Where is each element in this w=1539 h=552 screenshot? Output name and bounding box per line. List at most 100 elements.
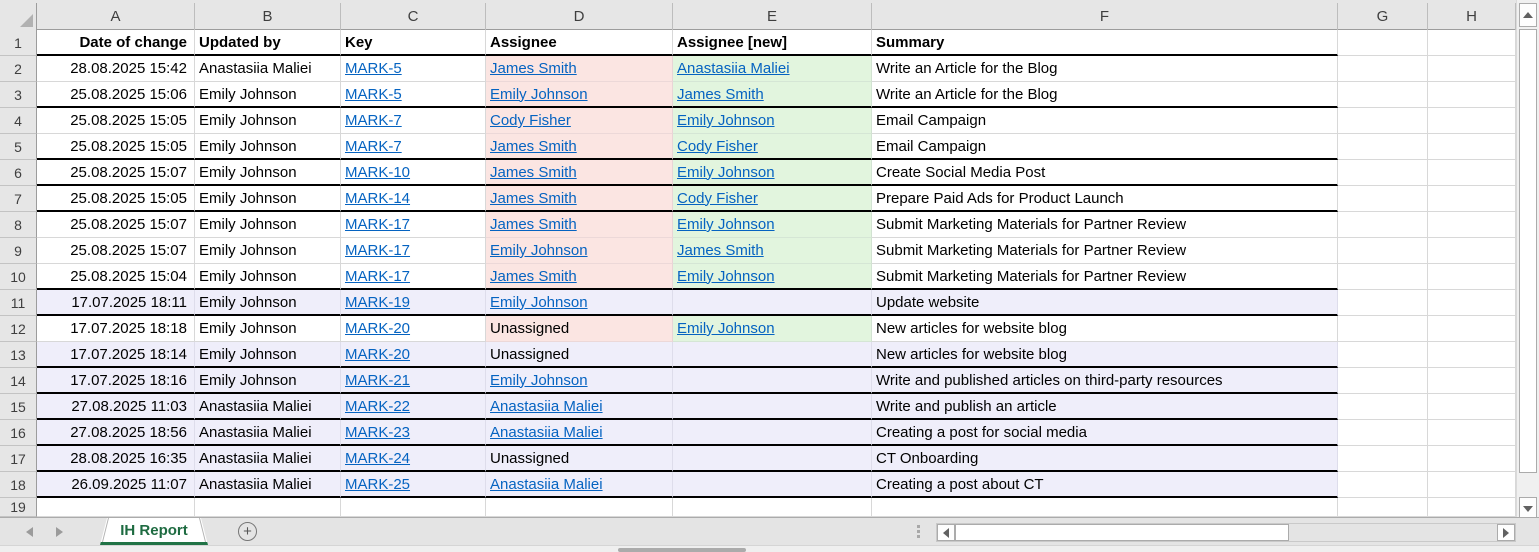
hyperlink[interactable]: Anastasiia Maliei xyxy=(677,60,790,77)
cell-empty-h[interactable] xyxy=(1428,342,1516,368)
hyperlink[interactable]: Emily Johnson xyxy=(490,242,588,259)
scrollbar-splitter-handle[interactable] xyxy=(917,525,920,538)
cell-summary[interactable]: Submit Marketing Materials for Partner R… xyxy=(872,238,1338,264)
hyperlink[interactable]: Anastasiia Maliei xyxy=(490,476,603,493)
vertical-scroll-thumb[interactable] xyxy=(1519,29,1537,473)
header-cell[interactable]: Key xyxy=(341,30,486,56)
cell-key[interactable]: MARK-20 xyxy=(341,342,486,368)
cell-empty-h[interactable] xyxy=(1428,394,1516,420)
cell-empty-h[interactable] xyxy=(1428,420,1516,446)
cell-empty-g[interactable] xyxy=(1338,238,1428,264)
cell-key[interactable]: MARK-24 xyxy=(341,446,486,472)
cell-summary[interactable]: Write and publish an article xyxy=(872,394,1338,420)
cell-updated-by[interactable]: Emily Johnson xyxy=(195,238,341,264)
cell-summary[interactable]: Update website xyxy=(872,290,1338,316)
cell-empty-h[interactable] xyxy=(1428,238,1516,264)
hyperlink[interactable]: MARK-17 xyxy=(345,216,410,233)
row-number[interactable]: 1 xyxy=(0,30,37,56)
cell-assignee-new[interactable]: James Smith xyxy=(673,238,872,264)
cell-updated-by[interactable]: Anastasiia Maliei xyxy=(195,394,341,420)
cell-assignee[interactable]: Anastasiia Maliei xyxy=(486,394,673,420)
cell-updated-by[interactable]: Emily Johnson xyxy=(195,108,341,134)
cell-date[interactable]: 28.08.2025 16:35 xyxy=(37,446,195,472)
cell-date[interactable]: 25.08.2025 15:06 xyxy=(37,82,195,108)
cell-empty-h[interactable] xyxy=(1428,30,1516,56)
cell-summary[interactable]: Prepare Paid Ads for Product Launch xyxy=(872,186,1338,212)
cell-assignee-new[interactable] xyxy=(673,342,872,368)
hyperlink[interactable]: MARK-7 xyxy=(345,138,402,155)
cell-assignee-new[interactable] xyxy=(673,420,872,446)
cell-summary[interactable]: Write and published articles on third-pa… xyxy=(872,368,1338,394)
cell-summary[interactable]: New articles for website blog xyxy=(872,342,1338,368)
cell-assignee[interactable]: Emily Johnson xyxy=(486,238,673,264)
cell-summary[interactable]: Email Campaign xyxy=(872,108,1338,134)
cell-summary[interactable]: Creating a post for social media xyxy=(872,420,1338,446)
cell-assignee-new[interactable]: Cody Fisher xyxy=(673,186,872,212)
cell-assignee-new[interactable]: James Smith xyxy=(673,82,872,108)
cell-updated-by[interactable]: Emily Johnson xyxy=(195,368,341,394)
row-number[interactable]: 9 xyxy=(0,238,37,264)
hyperlink[interactable]: MARK-20 xyxy=(345,320,410,337)
cell-assignee-new[interactable]: Cody Fisher xyxy=(673,134,872,160)
cell-empty-g[interactable] xyxy=(1338,368,1428,394)
row-number[interactable]: 6 xyxy=(0,160,37,186)
cell-empty-h[interactable] xyxy=(1428,186,1516,212)
hyperlink[interactable]: MARK-21 xyxy=(345,372,410,389)
cell-assignee[interactable]: Unassigned xyxy=(486,446,673,472)
header-cell[interactable]: Assignee [new] xyxy=(673,30,872,56)
cell-assignee[interactable] xyxy=(486,498,673,517)
hyperlink[interactable]: MARK-24 xyxy=(345,450,410,467)
hyperlink[interactable]: MARK-17 xyxy=(345,268,410,285)
hyperlink[interactable]: MARK-23 xyxy=(345,424,410,441)
cell-updated-by[interactable]: Emily Johnson xyxy=(195,342,341,368)
hyperlink[interactable]: James Smith xyxy=(490,164,577,181)
cell-summary[interactable]: CT Onboarding xyxy=(872,446,1338,472)
cell-updated-by[interactable]: Emily Johnson xyxy=(195,290,341,316)
cell-empty-g[interactable] xyxy=(1338,446,1428,472)
cell-key[interactable]: MARK-25 xyxy=(341,472,486,498)
cell-assignee[interactable]: James Smith xyxy=(486,186,673,212)
cell-date[interactable]: 25.08.2025 15:07 xyxy=(37,238,195,264)
row-number[interactable]: 17 xyxy=(0,446,37,472)
cell-empty-g[interactable] xyxy=(1338,290,1428,316)
cell-assignee[interactable]: Unassigned xyxy=(486,316,673,342)
row-number[interactable]: 15 xyxy=(0,394,37,420)
cell-empty-g[interactable] xyxy=(1338,82,1428,108)
cell-assignee-new[interactable]: Emily Johnson xyxy=(673,108,872,134)
row-number[interactable]: 5 xyxy=(0,134,37,160)
cell-assignee-new[interactable] xyxy=(673,290,872,316)
cell-empty-g[interactable] xyxy=(1338,134,1428,160)
cell-key[interactable]: MARK-7 xyxy=(341,134,486,160)
cell-updated-by[interactable]: Emily Johnson xyxy=(195,186,341,212)
cell-empty-h[interactable] xyxy=(1428,56,1516,82)
row-number[interactable]: 16 xyxy=(0,420,37,446)
cell-assignee-new[interactable] xyxy=(673,446,872,472)
cell-assignee[interactable]: Emily Johnson xyxy=(486,290,673,316)
hyperlink[interactable]: James Smith xyxy=(490,268,577,285)
hyperlink[interactable]: MARK-10 xyxy=(345,164,410,181)
cell-date[interactable]: 25.08.2025 15:05 xyxy=(37,134,195,160)
cell-empty-h[interactable] xyxy=(1428,472,1516,498)
cell-updated-by[interactable]: Emily Johnson xyxy=(195,212,341,238)
cell-assignee-new[interactable]: Emily Johnson xyxy=(673,160,872,186)
row-number[interactable]: 10 xyxy=(0,264,37,290)
cell-key[interactable]: MARK-17 xyxy=(341,238,486,264)
row-number[interactable]: 14 xyxy=(0,368,37,394)
row-number[interactable]: 13 xyxy=(0,342,37,368)
cell-summary[interactable]: Create Social Media Post xyxy=(872,160,1338,186)
cell-summary[interactable] xyxy=(872,498,1338,517)
cell-summary[interactable]: Creating a post about CT xyxy=(872,472,1338,498)
cell-empty-h[interactable] xyxy=(1428,498,1516,517)
hyperlink[interactable]: MARK-19 xyxy=(345,294,410,311)
cell-key[interactable] xyxy=(341,498,486,517)
hyperlink[interactable]: MARK-5 xyxy=(345,60,402,77)
hyperlink[interactable]: Emily Johnson xyxy=(490,86,588,103)
cell-assignee[interactable]: James Smith xyxy=(486,134,673,160)
row-number[interactable]: 8 xyxy=(0,212,37,238)
cell-empty-g[interactable] xyxy=(1338,394,1428,420)
tab-scroll-right-icon[interactable] xyxy=(56,527,63,537)
cell-empty-h[interactable] xyxy=(1428,264,1516,290)
cell-empty-h[interactable] xyxy=(1428,134,1516,160)
cell-assignee-new[interactable]: Emily Johnson xyxy=(673,264,872,290)
hyperlink[interactable]: MARK-22 xyxy=(345,398,410,415)
